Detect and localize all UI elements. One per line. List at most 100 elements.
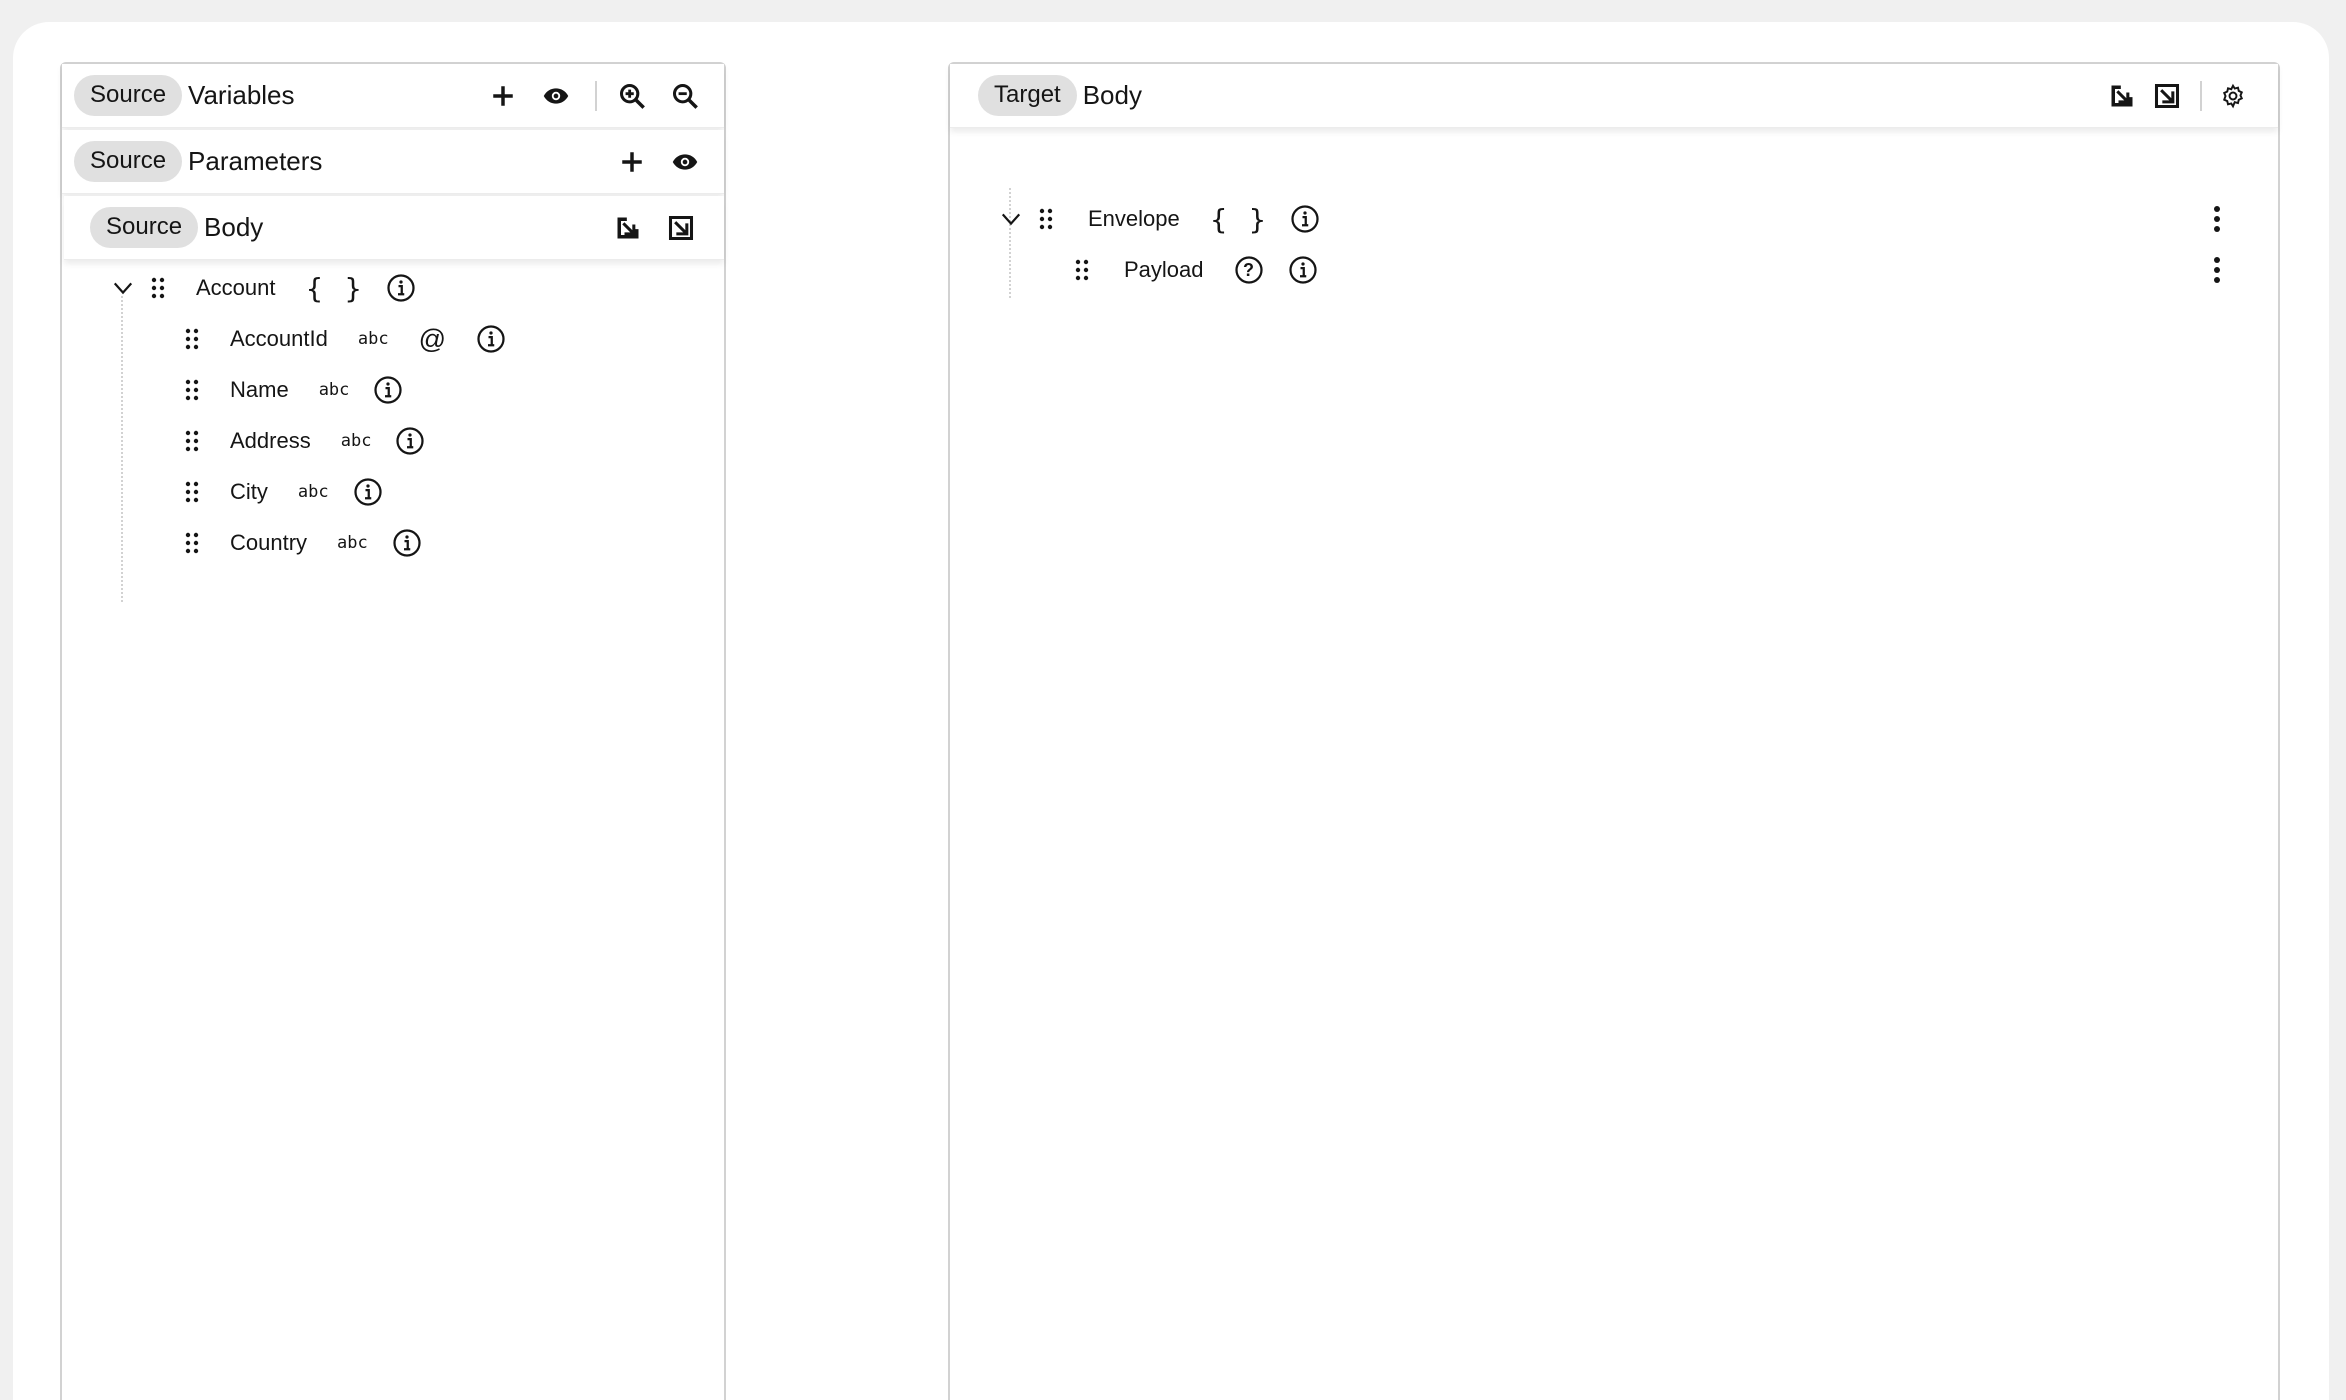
info-button[interactable] (1288, 255, 1318, 285)
string-type-badge: abc (297, 482, 329, 502)
node-label: Address (230, 428, 311, 453)
add-variable-button[interactable] (482, 75, 524, 117)
target-panel: Target Body Envelope {} Payload ? (948, 62, 2280, 1400)
source-chip: Source (90, 207, 199, 248)
drag-handle[interactable] (184, 327, 200, 351)
plus-icon (622, 151, 642, 172)
node-label: Envelope (1088, 206, 1180, 231)
drag-handle-icon (1075, 259, 1089, 281)
show-variables-button[interactable] (535, 75, 577, 117)
node-label: AccountId (230, 326, 328, 351)
add-parameter-button[interactable] (611, 141, 653, 183)
import-icon (2111, 85, 2133, 106)
zoom-in-icon (619, 83, 645, 109)
drag-handle[interactable] (184, 531, 200, 555)
info-button[interactable] (373, 375, 403, 405)
info-button[interactable] (386, 273, 416, 303)
chevron-down-icon (1001, 213, 1021, 226)
info-button[interactable] (395, 426, 425, 456)
toolbar-divider (595, 80, 597, 111)
node-actions-menu-button[interactable] (2212, 204, 2222, 239)
source-parameters-header: Source Parameters (62, 130, 724, 194)
export-schema-button[interactable] (2146, 75, 2188, 117)
export-icon (2154, 83, 2180, 108)
tree-node-name[interactable]: Name abc (184, 365, 403, 415)
kebab-menu-icon (2214, 257, 2220, 283)
source-panel: Source Variables Source Parameters Sourc… (60, 62, 726, 1400)
export-icon (668, 215, 694, 240)
info-icon (353, 478, 382, 506)
drag-handle-icon (185, 328, 199, 350)
show-parameters-button[interactable] (664, 141, 706, 183)
drag-handle-icon (1039, 208, 1053, 230)
info-button[interactable] (1290, 204, 1320, 234)
source-chip: Source (74, 141, 183, 182)
body-title: Body (1082, 80, 1142, 110)
drag-handle[interactable] (184, 429, 200, 453)
attribute-badge: @ (418, 323, 446, 354)
eye-icon (672, 153, 698, 170)
tree-node-address[interactable]: Address abc (184, 416, 425, 466)
node-label: Country (230, 530, 308, 555)
info-icon (396, 427, 425, 455)
target-body-header: Target Body (950, 64, 2278, 128)
drag-handle-icon (185, 379, 199, 401)
info-icon (374, 376, 403, 404)
kebab-menu-icon (2214, 206, 2220, 232)
eye-icon (543, 87, 569, 104)
tree-node-accountid[interactable]: AccountId abc @ (184, 314, 506, 364)
drag-handle-icon (185, 481, 199, 503)
import-schema-button[interactable] (607, 207, 649, 249)
tree-node-payload[interactable]: Payload ? (1074, 245, 1318, 295)
string-type-badge: abc (357, 329, 389, 349)
settings-button[interactable] (2212, 75, 2254, 117)
body-title: Body (204, 212, 264, 242)
gear-icon (2222, 83, 2244, 108)
string-type-badge: abc (340, 431, 372, 451)
info-icon (387, 274, 415, 302)
source-variables-header: Source Variables (62, 64, 724, 128)
info-button[interactable] (476, 324, 506, 354)
plus-icon (493, 85, 513, 106)
string-type-badge: abc (318, 380, 350, 400)
import-schema-button[interactable] (2101, 75, 2143, 117)
unknown-type-badge: ? (1234, 255, 1264, 285)
tree-node-country[interactable]: Country abc (184, 518, 422, 568)
drag-handle[interactable] (1074, 258, 1090, 282)
info-icon (1288, 256, 1317, 284)
toolbar-divider (2200, 80, 2202, 111)
object-type-badge: { } (305, 271, 369, 305)
tree-node-account[interactable]: Account { } (108, 263, 416, 313)
drag-handle[interactable] (150, 276, 166, 300)
source-body-header: Source Body (64, 196, 724, 260)
expand-toggle[interactable] (996, 198, 1026, 240)
info-icon (393, 529, 421, 557)
drag-handle[interactable] (1038, 207, 1054, 231)
tree-guide-line (121, 296, 123, 602)
unknown-type-label: ? (1243, 259, 1255, 280)
drag-handle-icon (151, 277, 165, 299)
expand-toggle[interactable] (108, 267, 138, 309)
info-button[interactable] (353, 477, 383, 507)
info-button[interactable] (392, 528, 422, 558)
node-actions-menu-button[interactable] (2212, 255, 2222, 290)
drag-handle-icon (185, 430, 199, 452)
zoom-in-button[interactable] (611, 75, 653, 117)
zoom-out-icon (672, 83, 698, 109)
info-icon (1291, 205, 1319, 233)
drag-handle[interactable] (184, 480, 200, 504)
parameters-title: Parameters (188, 146, 323, 176)
object-type-badge: { } (1209, 202, 1273, 236)
string-type-badge: abc (337, 533, 368, 553)
drag-handle-icon (185, 532, 199, 554)
tree-node-city[interactable]: City abc (184, 467, 383, 517)
chevron-down-icon (113, 282, 133, 295)
node-label: Account (196, 275, 276, 300)
node-label: Name (230, 377, 289, 402)
tree-node-envelope[interactable]: Envelope { } (996, 194, 1320, 244)
variables-title: Variables (188, 80, 295, 110)
export-schema-button[interactable] (660, 207, 702, 249)
node-label: City (230, 479, 268, 504)
zoom-out-button[interactable] (664, 75, 706, 117)
drag-handle[interactable] (184, 378, 200, 402)
